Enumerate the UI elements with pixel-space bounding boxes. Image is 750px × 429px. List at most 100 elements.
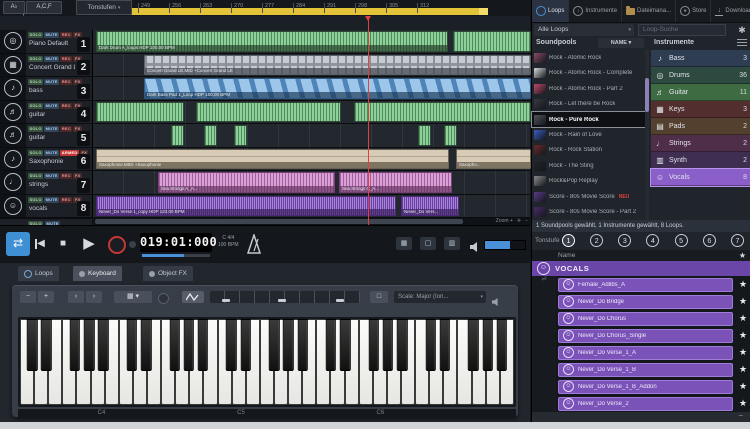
tonstufe-step-3[interactable]: 3 — [618, 234, 631, 247]
black-key[interactable] — [127, 319, 137, 371]
solo-button[interactable]: SOLO — [28, 56, 43, 62]
track-lane[interactable]: Never_Do Verse 1_copy HDP 123.00 BPMNeve… — [93, 195, 530, 218]
zoom-label[interactable]: Zoom + — [496, 218, 513, 225]
black-key[interactable] — [141, 319, 151, 371]
tonstufe-step-1[interactable]: 1 — [562, 234, 575, 247]
instrument-row-synth[interactable]: ▥Synth2 — [651, 152, 750, 169]
octave-down-button[interactable]: − — [20, 291, 36, 303]
browser-tab-loops[interactable]: Loops — [532, 0, 569, 22]
black-key[interactable] — [297, 319, 307, 371]
soundpool-item[interactable]: Rock - Atomic Rock - Part 2 — [532, 81, 645, 96]
mute-button[interactable]: MUTE — [44, 126, 59, 132]
mute-button[interactable]: MUTE — [44, 197, 59, 203]
loop-range-end-handle[interactable] — [479, 8, 488, 15]
audio-clip[interactable]: Dark Bass Pad 1_Loop HDP 100.00 BPM — [144, 78, 531, 99]
track-header[interactable]: SOLOMUTEARMEDFXSaxophonie6 — [26, 148, 93, 171]
time-display[interactable]: 019:01:000 — [140, 233, 212, 252]
audio-clip[interactable]: Saxopho... — [456, 149, 531, 170]
go-to-start-button[interactable]: ◀ — [32, 235, 50, 253]
loop-item[interactable]: ☺Female_Adlibs_A — [558, 278, 733, 292]
audio-clip[interactable] — [453, 31, 531, 52]
soundpool-item[interactable]: Score - 80s Movie ScoreNEU — [532, 189, 645, 204]
soundpool-item[interactable]: Rock - Atomic Rock - Complete — [532, 65, 645, 80]
song-progress-bar[interactable] — [142, 254, 210, 257]
quantize-strip[interactable] — [210, 291, 360, 303]
instrument-row-drums[interactable]: ◎Drums36 — [651, 67, 750, 84]
audio-clip[interactable] — [444, 125, 457, 146]
black-key[interactable] — [41, 319, 51, 371]
black-key[interactable] — [70, 319, 80, 371]
favorite-star[interactable]: ★ — [735, 381, 750, 392]
browser-tab-instrumente[interactable]: ♪Instrumente — [569, 0, 622, 22]
mute-button[interactable]: MUTE — [44, 150, 59, 156]
track-lane[interactable]: Concert Grand LE.MID +Concert Grand LE — [93, 54, 530, 77]
favorite-star[interactable]: ★ — [735, 347, 750, 358]
audio-clip[interactable] — [418, 125, 431, 146]
audio-clip[interactable] — [204, 125, 217, 146]
record-arm-button[interactable]: REC — [60, 103, 72, 109]
track-lane[interactable] — [93, 124, 530, 147]
key-box[interactable]: A♭ — [3, 1, 25, 14]
black-key[interactable] — [27, 319, 37, 371]
browser-tab-downloads[interactable]: ↓Downloads — [711, 0, 750, 22]
vocals-group-header[interactable]: ☺ VOCALS — [532, 261, 750, 276]
instrument-dropdown[interactable]: ▦ ▾ — [114, 291, 152, 303]
mute-button[interactable]: MUTE — [44, 79, 59, 85]
black-key[interactable] — [497, 319, 507, 371]
play-button[interactable]: ▶ — [78, 233, 100, 255]
velocity-curve-button[interactable] — [182, 291, 204, 303]
black-key[interactable] — [198, 319, 208, 371]
loop-item[interactable]: ☺Never_Do Verse_1_B — [558, 363, 733, 377]
record-arm-button[interactable]: REC — [60, 173, 72, 179]
favorite-star[interactable]: ★ — [735, 313, 750, 324]
zoom-fit-icon[interactable]: ✛ — [517, 218, 521, 225]
audio-clip[interactable]: Sea Strings A_A... — [158, 172, 335, 193]
audio-clip[interactable] — [354, 102, 531, 123]
browser-tab-store[interactable]: ●Store — [676, 0, 711, 22]
black-key[interactable] — [425, 319, 435, 371]
piano-keyboard[interactable] — [18, 317, 516, 407]
instrument-row-keys[interactable]: ▦Keys3 — [651, 101, 750, 118]
sort-by-name-button[interactable]: NAME ▾ — [598, 38, 644, 48]
loop-toggle-button[interactable]: ⇄ — [6, 232, 30, 256]
favorite-star[interactable]: ★ — [735, 296, 750, 307]
record-arm-button[interactable]: REC — [60, 79, 72, 85]
monitor-button[interactable]: ▢ — [420, 237, 436, 250]
track-lane[interactable]: Dark Drum A_loops HDP 100.00 BPM — [93, 30, 530, 53]
arranger-hscrollbar[interactable]: Zoom + ✛ − — [92, 218, 530, 225]
black-key[interactable] — [226, 319, 236, 371]
track-lane[interactable]: Sea Strings A_A...Sea Strings C_A... — [93, 171, 530, 194]
instrument-row-strings[interactable]: ♩Strings2 — [651, 135, 750, 152]
audio-clip[interactable]: Concert Grand LE.MID +Concert Grand LE — [144, 55, 531, 76]
soundpool-item[interactable]: Rock - Rain of Love — [532, 127, 645, 142]
favorite-star[interactable]: ★ — [735, 330, 750, 341]
soundpool-item[interactable]: Rock - Atomic Rock — [532, 50, 645, 65]
soundpool-item[interactable]: Rock - Let there be Rock — [532, 96, 645, 111]
audio-clip[interactable] — [171, 125, 184, 146]
solo-button[interactable]: SOLO — [28, 32, 43, 38]
audio-clip[interactable]: Never_Do Vers... — [401, 196, 459, 217]
black-key[interactable] — [269, 319, 279, 371]
chord-box[interactable]: A,C,F — [26, 1, 62, 14]
favorite-star[interactable]: ★ — [735, 279, 750, 290]
track-header[interactable]: SOLOMUTERECFXbass3 — [26, 77, 93, 100]
black-key[interactable] — [397, 319, 407, 371]
soundpool-item[interactable]: Rock&Pop Replay — [532, 174, 645, 189]
tonstufe-step-2[interactable]: 2 — [590, 234, 603, 247]
tonstufe-step-7[interactable]: 7 — [731, 234, 744, 247]
record-arm-button[interactable]: REC — [60, 56, 72, 62]
tab-object-fx[interactable]: Object FX — [143, 266, 193, 281]
black-key[interactable] — [468, 319, 478, 371]
shift-right-button[interactable]: › — [86, 291, 102, 303]
loop-item[interactable]: ☺Never_Do Verse_1_A — [558, 346, 733, 360]
soundpool-item[interactable]: Rock - The Sting — [532, 158, 645, 173]
audio-clip[interactable] — [234, 125, 247, 146]
mute-button[interactable]: MUTE — [44, 173, 59, 179]
tonstufe-step-4[interactable]: 4 — [646, 234, 659, 247]
soundpool-item[interactable]: Rock - Rock Station — [532, 143, 645, 158]
audio-clip[interactable] — [196, 102, 341, 123]
browser-tab-dateimana-[interactable]: Dateimana... — [622, 0, 676, 22]
solo-button[interactable]: SOLO — [28, 197, 43, 203]
track-lane[interactable]: Saxophonie.MIDI +SaxophonieSaxopho... — [93, 148, 530, 171]
solo-button[interactable]: SOLO — [28, 126, 43, 132]
